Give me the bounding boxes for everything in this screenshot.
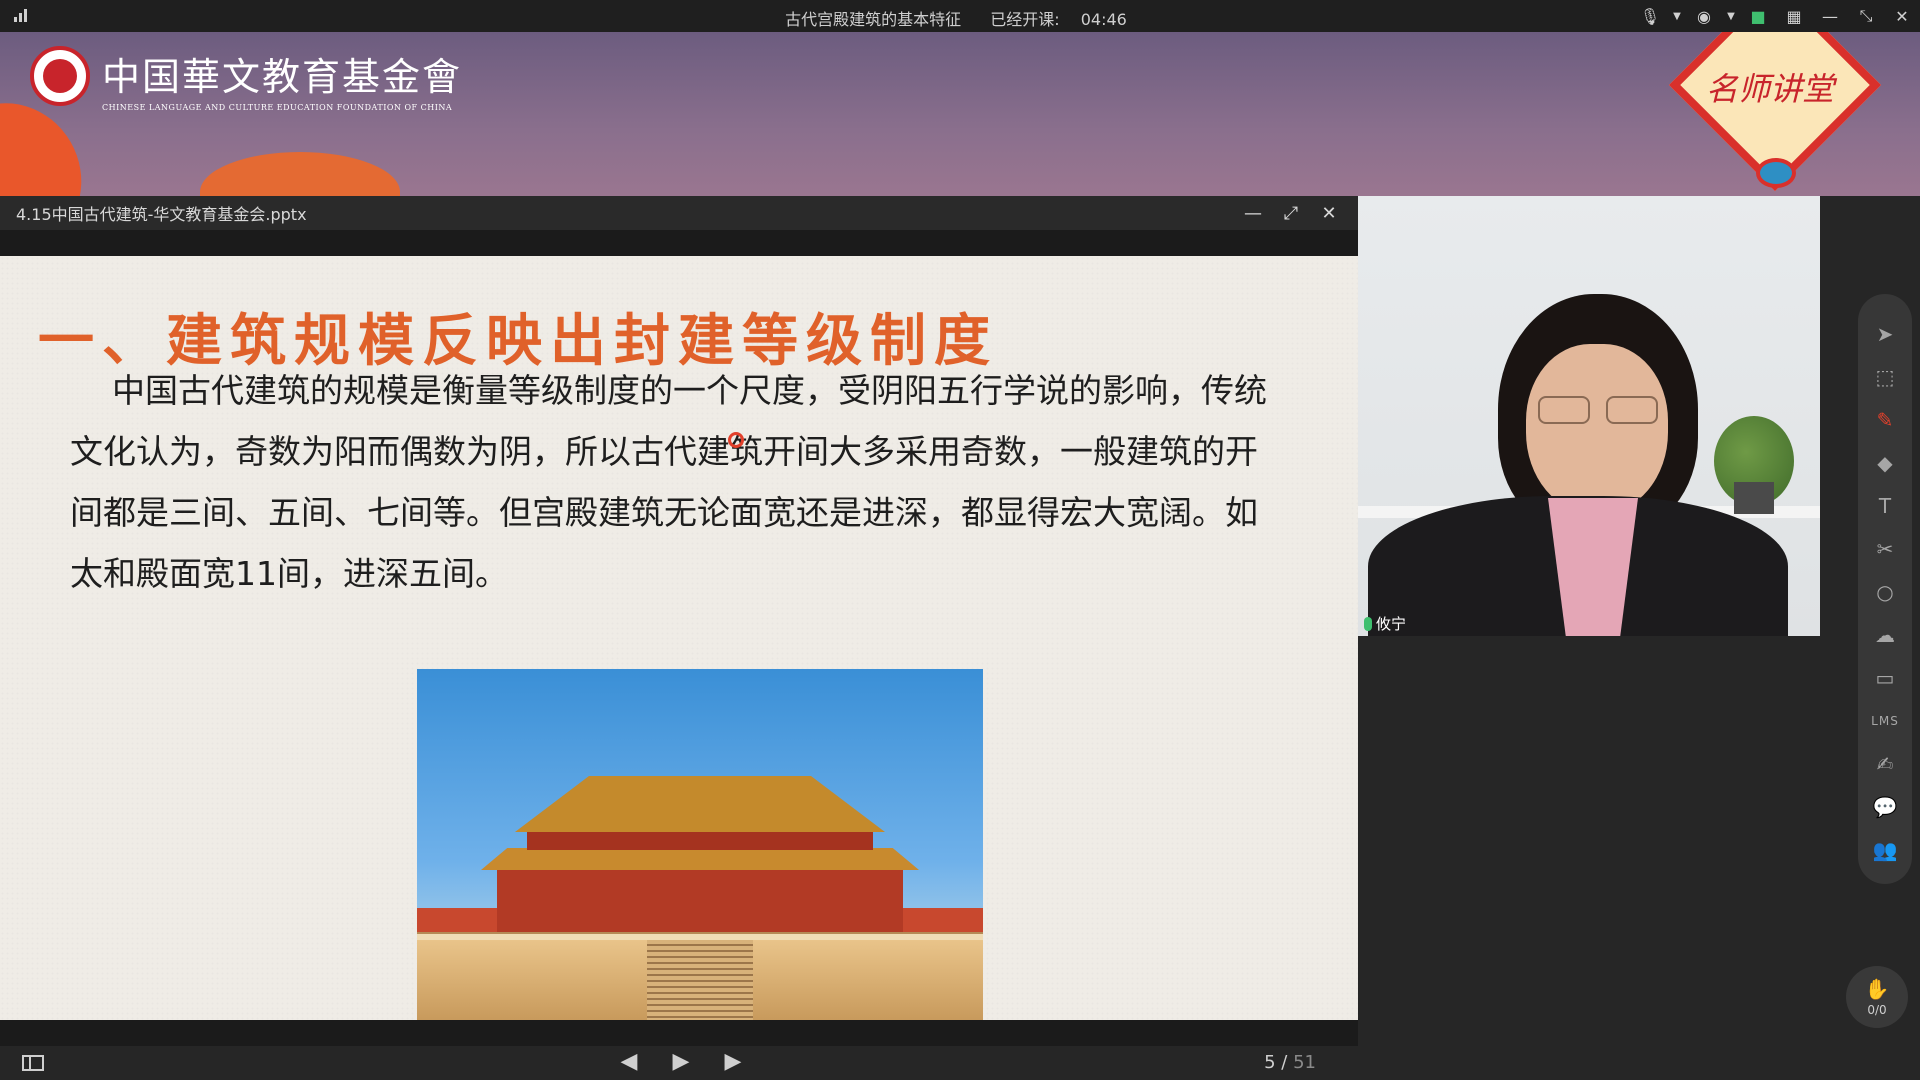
- play-icon[interactable]: ▶: [664, 1049, 698, 1074]
- cloud-icon[interactable]: ☁: [1865, 613, 1905, 656]
- lms-icon[interactable]: LMS: [1865, 699, 1905, 742]
- slide-canvas[interactable]: 一、建筑规模反映出封建等级制度 中国古代建筑的规模是衡量等级制度的一个尺度，受阴…: [0, 256, 1358, 1020]
- shape-icon[interactable]: ○: [1865, 570, 1905, 613]
- slide-body-text: 中国古代建筑的规模是衡量等级制度的一个尺度，受阴阳五行学说的影响，传统文化认为，…: [70, 371, 1267, 593]
- chevron-down-icon[interactable]: ▼: [1722, 0, 1740, 32]
- fullscreen-icon[interactable]: ⤢: [1272, 196, 1310, 230]
- famous-teacher-badge: 名师讲堂: [1660, 32, 1882, 192]
- minimize-icon[interactable]: —: [1234, 196, 1272, 230]
- cloud-ornament-icon: [1756, 158, 1796, 188]
- presentation-titlebar: 4.15中国古代建筑-华文教育基金会.pptx — ⤢ ✕: [0, 196, 1358, 230]
- location-icon[interactable]: ◉: [1686, 0, 1722, 32]
- foundation-logo-text: 中国華文教育基金會 CHINESE LANGUAGE AND CULTURE E…: [102, 55, 463, 112]
- minimize-icon[interactable]: —: [1812, 0, 1848, 32]
- laser-pointer-icon: [728, 432, 744, 448]
- thumbnail-panel-icon[interactable]: [22, 1055, 44, 1071]
- presentation-file-name: 4.15中国古代建筑-华文教育基金会.pptx: [16, 205, 307, 224]
- mic-active-icon: [1364, 616, 1372, 631]
- scissors-icon[interactable]: ✂: [1865, 527, 1905, 570]
- speaker-name: 攸宁: [1376, 615, 1407, 633]
- edit-icon[interactable]: ✍: [1865, 742, 1905, 785]
- previous-slide-icon[interactable]: ◀: [612, 1049, 646, 1074]
- next-slide-icon[interactable]: ▶: [716, 1049, 750, 1074]
- pen-icon[interactable]: ✎: [1865, 398, 1905, 441]
- classroom-banner: 中国華文教育基金會 CHINESE LANGUAGE AND CULTURE E…: [0, 32, 1920, 196]
- close-icon[interactable]: ✕: [1310, 196, 1348, 230]
- presentation-window: 4.15中国古代建筑-华文教育基金会.pptx — ⤢ ✕ 一、建筑规模反映出封…: [0, 196, 1358, 1080]
- restore-icon[interactable]: ⤡: [1848, 0, 1884, 32]
- close-icon[interactable]: ✕: [1884, 0, 1920, 32]
- course-title: 古代宫殿建筑的基本特征: [785, 10, 962, 29]
- hand-icon: ✋: [1864, 977, 1890, 1001]
- annotation-toolbar: ➤ ⬚ ✎ ◆ T ✂ ○ ☁ ▭ LMS ✍ 💬 👥: [1858, 294, 1912, 884]
- system-titlebar: 古代宫殿建筑的基本特征 已经开课: 04:46 🎙 ▼ ◉ ▼ ■ ▦ — ⤡ …: [0, 0, 1920, 32]
- grid-icon[interactable]: ▦: [1776, 0, 1812, 32]
- current-page: 5: [1264, 1052, 1276, 1073]
- toolbox-icon[interactable]: ▭: [1865, 656, 1905, 699]
- hand-raise-count: 0/0: [1867, 1003, 1887, 1017]
- hand-raise-button[interactable]: ✋ 0/0: [1846, 966, 1908, 1028]
- speaker-name-tag: 攸宁: [1364, 613, 1406, 634]
- select-area-icon[interactable]: ⬚: [1865, 355, 1905, 398]
- foundation-logo-icon: [30, 46, 90, 106]
- users-icon[interactable]: 👥: [1865, 828, 1905, 871]
- chat-icon[interactable]: 💬: [1865, 785, 1905, 828]
- elapsed-label: 已经开课:: [990, 10, 1060, 29]
- mic-icon[interactable]: 🎙: [1632, 0, 1668, 32]
- chevron-down-icon[interactable]: ▼: [1668, 0, 1686, 32]
- eraser-icon[interactable]: ◆: [1865, 441, 1905, 484]
- camera-icon[interactable]: ■: [1740, 0, 1776, 32]
- elapsed-time: 04:46: [1080, 10, 1127, 29]
- total-pages: 51: [1293, 1052, 1316, 1073]
- page-indicator: 5 / 51: [1264, 1052, 1316, 1073]
- text-icon[interactable]: T: [1865, 484, 1905, 527]
- presentation-controls: ◀ ▶ ▶ 5 / 51: [0, 1046, 1358, 1080]
- palace-photo: [417, 669, 983, 1020]
- teacher-video[interactable]: 攸宁: [1358, 196, 1820, 636]
- pointer-icon[interactable]: ➤: [1865, 312, 1905, 355]
